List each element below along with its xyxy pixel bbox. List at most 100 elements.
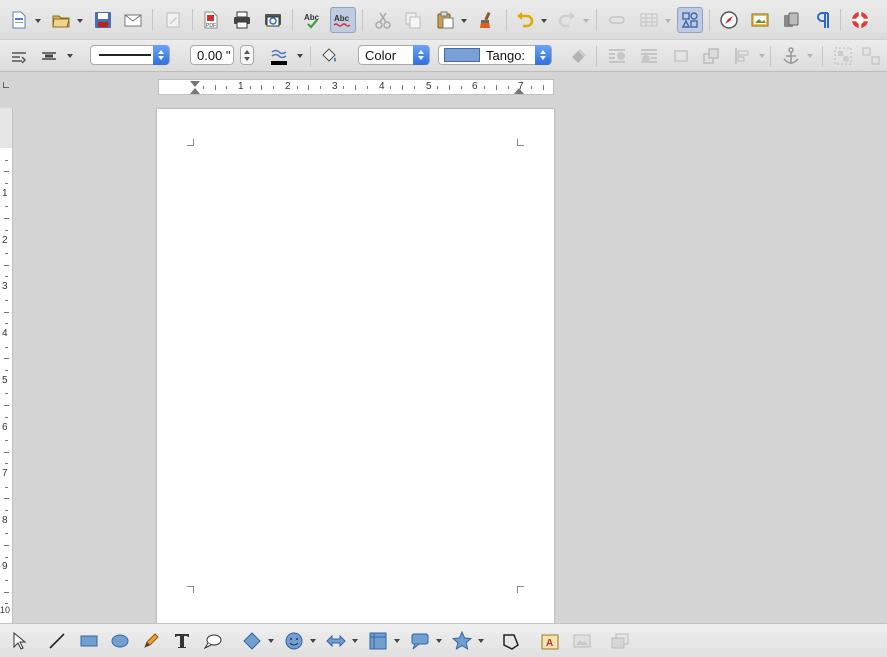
undo-button[interactable] xyxy=(512,7,538,33)
ruler-tick xyxy=(273,85,275,89)
line-ends-icon xyxy=(42,52,56,60)
fontwork-icon: A xyxy=(541,634,559,650)
flowchart-dropdown-arrow[interactable] xyxy=(393,637,401,645)
open-dropdown-arrow[interactable] xyxy=(76,17,84,25)
ellipse-tool-button[interactable] xyxy=(107,628,133,654)
print-button[interactable] xyxy=(229,7,255,33)
anchor-button[interactable] xyxy=(778,43,804,69)
area-fill-button[interactable] xyxy=(316,43,342,69)
line-width-input[interactable]: 0.00 " xyxy=(190,45,234,65)
paste-button[interactable] xyxy=(432,7,458,33)
align-objects-button[interactable] xyxy=(730,43,756,69)
extrusion-button[interactable] xyxy=(607,628,633,654)
open-button[interactable] xyxy=(48,7,74,33)
line-style-select[interactable] xyxy=(90,45,170,65)
horizontal-ruler[interactable]: 1 2 3 4 5 6 7 xyxy=(158,79,554,95)
hyperlink-button[interactable] xyxy=(604,7,630,33)
ungroup-button[interactable] xyxy=(858,43,884,69)
left-indent-marker[interactable] xyxy=(190,81,200,87)
fontwork-button[interactable]: A xyxy=(537,628,563,654)
ruler-number: 2 xyxy=(2,235,8,246)
ellipse-icon xyxy=(111,634,129,648)
lifebuoy-icon xyxy=(852,12,868,28)
points-button[interactable] xyxy=(497,628,523,654)
shadow-button[interactable] xyxy=(566,43,592,69)
select-button[interactable] xyxy=(6,628,32,654)
print-preview-button[interactable] xyxy=(260,7,286,33)
line-width-stepper[interactable] xyxy=(240,45,254,65)
line-tool-button[interactable] xyxy=(44,628,70,654)
document-page[interactable] xyxy=(157,109,554,629)
anchor-dropdown-arrow[interactable] xyxy=(806,52,814,60)
freeform-tool-button[interactable] xyxy=(138,628,164,654)
ruler-tick xyxy=(320,85,321,89)
redo-button[interactable] xyxy=(554,7,580,33)
formatting-marks-button[interactable] xyxy=(810,7,836,33)
line-ends-button[interactable] xyxy=(36,43,62,69)
help-button[interactable] xyxy=(847,7,873,33)
wrap-through-button[interactable] xyxy=(668,43,694,69)
ruler-tick xyxy=(4,393,8,395)
export-pdf-button[interactable]: PDF xyxy=(198,7,224,33)
new-dropdown-arrow[interactable] xyxy=(34,17,42,25)
wrap-page-button[interactable] xyxy=(636,43,662,69)
auto-spellcheck-toggle[interactable]: Abc xyxy=(330,7,356,33)
ruler-tick xyxy=(4,439,8,441)
show-draw-functions-toggle[interactable] xyxy=(677,7,703,33)
table-button[interactable] xyxy=(636,7,662,33)
left-indent-marker-bottom[interactable] xyxy=(190,88,200,94)
rectangle-tool-button[interactable] xyxy=(76,628,102,654)
paste-dropdown-arrow[interactable] xyxy=(460,17,468,25)
stars-button[interactable] xyxy=(449,628,475,654)
cut-button[interactable] xyxy=(370,7,396,33)
line-ends-dropdown-arrow[interactable] xyxy=(66,52,74,60)
arrange-button[interactable] xyxy=(698,43,724,69)
block-arrows-button[interactable] xyxy=(323,628,349,654)
undo-dropdown-arrow[interactable] xyxy=(540,17,548,25)
copy-icon xyxy=(405,12,421,29)
ruler-tick xyxy=(296,85,298,89)
area-fill-spin[interactable] xyxy=(535,45,551,65)
line-icon xyxy=(49,633,65,649)
text-box-tool-button[interactable] xyxy=(169,628,195,654)
symbol-shapes-button[interactable] xyxy=(281,628,307,654)
navigator-button[interactable] xyxy=(716,7,742,33)
callouts-dropdown-arrow[interactable] xyxy=(435,637,443,645)
edit-file-button[interactable] xyxy=(160,7,186,33)
stars-dropdown-arrow[interactable] xyxy=(477,637,485,645)
symbol-shapes-dropdown-arrow[interactable] xyxy=(309,637,317,645)
gallery-button[interactable] xyxy=(747,7,773,33)
line-color-dropdown-arrow[interactable] xyxy=(296,52,304,60)
callout-tool-button[interactable] xyxy=(200,628,226,654)
clone-formatting-button[interactable] xyxy=(474,7,500,33)
area-style-select[interactable]: Color xyxy=(358,45,430,65)
new-document-button[interactable] xyxy=(6,7,32,33)
paintbrush-icon xyxy=(480,11,491,28)
line-style-spin[interactable] xyxy=(153,45,169,65)
copy-button[interactable] xyxy=(400,7,426,33)
block-arrows-dropdown-arrow[interactable] xyxy=(351,637,359,645)
margin-corner-bottom-right xyxy=(517,586,524,593)
table-dropdown-arrow[interactable] xyxy=(664,17,672,25)
data-sources-button[interactable] xyxy=(778,7,804,33)
line-color-button[interactable] xyxy=(266,43,292,69)
basic-shapes-button[interactable] xyxy=(239,628,265,654)
insert-image-button[interactable] xyxy=(569,628,595,654)
email-document-button[interactable] xyxy=(120,7,146,33)
group-button[interactable] xyxy=(830,43,856,69)
callouts-button[interactable] xyxy=(407,628,433,654)
wrap-options-button[interactable] xyxy=(6,43,32,69)
edit-file-icon xyxy=(166,12,180,28)
flowchart-button[interactable] xyxy=(365,628,391,654)
redo-dropdown-arrow[interactable] xyxy=(582,17,590,25)
ruler-tick xyxy=(4,323,8,325)
area-fill-select[interactable]: Tango: xyxy=(438,45,552,65)
star-icon xyxy=(452,631,472,651)
basic-shapes-dropdown-arrow[interactable] xyxy=(267,637,275,645)
area-style-spin[interactable] xyxy=(413,45,429,65)
align-dropdown-arrow[interactable] xyxy=(758,52,766,60)
wrap-off-button[interactable] xyxy=(604,43,630,69)
save-button[interactable] xyxy=(90,7,116,33)
spelling-button[interactable]: Abc xyxy=(300,7,326,33)
vertical-ruler[interactable]: 1 2 3 4 5 6 7 8 9 10 xyxy=(0,108,13,626)
